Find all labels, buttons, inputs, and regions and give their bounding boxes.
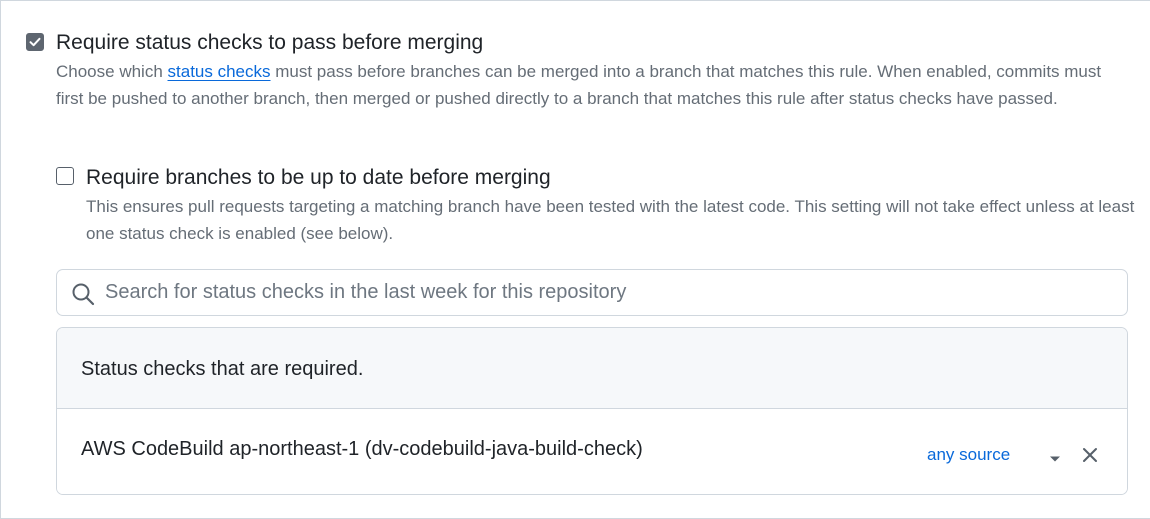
status-checks-description: Choose which status checks must pass bef…: [56, 58, 1126, 112]
status-checks-title[interactable]: Require status checks to pass before mer…: [56, 31, 483, 55]
required-check-name: AWS CodeBuild ap-northeast-1 (dv-codebui…: [81, 438, 643, 460]
status-check-search: [56, 269, 1128, 316]
required-check-row: AWS CodeBuild ap-northeast-1 (dv-codebui…: [57, 409, 1127, 494]
search-input[interactable]: [105, 270, 1115, 315]
up-to-date-description: This ensures pull requests targeting a m…: [86, 197, 1135, 243]
caret-down-icon[interactable]: [1049, 450, 1061, 468]
source-selector[interactable]: any source: [927, 443, 1010, 467]
close-icon: [1083, 448, 1097, 462]
remove-check-button[interactable]: [1079, 444, 1101, 466]
source-label: any source: [927, 445, 1011, 464]
required-checks-header-text: Status checks that are required.: [81, 358, 364, 380]
status-checks-checkbox[interactable]: [26, 33, 44, 51]
checkmark-icon: [29, 37, 41, 47]
status-checks-desc-before: Choose which: [56, 62, 168, 81]
search-icon: [71, 282, 95, 311]
required-checks-header: Status checks that are required.: [57, 328, 1127, 409]
up-to-date-title[interactable]: Require branches to be up to date before…: [86, 166, 551, 190]
status-checks-link[interactable]: status checks: [168, 62, 271, 81]
up-to-date-checkbox[interactable]: [56, 167, 74, 185]
branch-protection-panel: Require status checks to pass before mer…: [0, 0, 1150, 519]
required-checks-list: Status checks that are required. AWS Cod…: [56, 327, 1128, 495]
